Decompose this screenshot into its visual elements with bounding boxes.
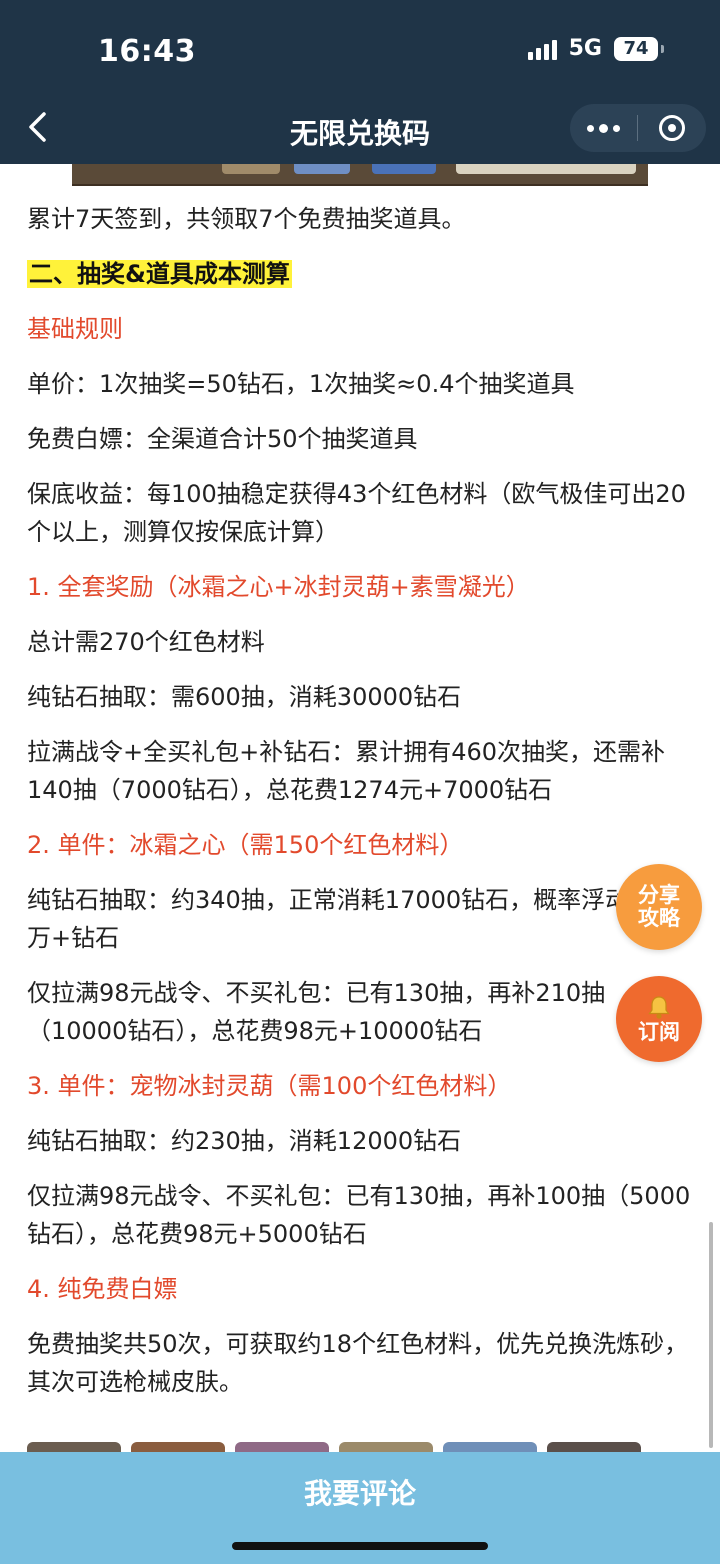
signal-icon [527, 38, 557, 60]
section-heading: 1. 全套奖励（冰霜之心+冰封灵葫+素雪凝光） [27, 573, 530, 601]
thumbnail[interactable] [235, 1442, 329, 1452]
paragraph: 纯钻石抽取：约340抽，正常消耗17000钻石，概率浮动或需2万+钻石 [27, 886, 693, 952]
thumbnail[interactable] [131, 1442, 225, 1452]
highlighted-heading: 二、抽奖&道具成本测算 [27, 255, 695, 293]
section-heading: 2. 单件：冰霜之心（需150个红色材料） [27, 831, 464, 859]
paragraph: 仅拉满98元战令、不买礼包：已有130抽，再补210抽（10000钻石），总花费… [27, 979, 606, 1045]
article-image [72, 164, 648, 186]
more-button[interactable] [570, 104, 637, 152]
share-guide-button[interactable]: 分享 攻略 [616, 864, 702, 950]
home-indicator [232, 1542, 488, 1550]
subscribe-label: 订阅 [638, 1020, 680, 1044]
comment-button[interactable]: 我要评论 [0, 1472, 720, 1512]
section-heading: 3. 单件：宠物冰封灵葫（需100个红色材料） [27, 1072, 512, 1100]
paragraph: 保底收益：每100抽稳定获得43个红色材料（欧气极佳可出20个以上，测算仅按保底… [27, 480, 686, 546]
paragraph: 拉满战令+全买礼包+补钻石：累计拥有460次抽奖，还需补140抽（7000钻石）… [27, 738, 666, 804]
highlight-text: 二、抽奖&道具成本测算 [27, 260, 292, 288]
article-content: 累计7天签到，共领取7个免费抽奖道具。 二、抽奖&道具成本测算 基础规则单价：1次抽… [27, 200, 695, 1418]
image-thumbnail-strip [27, 1442, 667, 1452]
share-label-line1: 分享 [638, 883, 680, 907]
status-indicators: 5G 74 [527, 36, 664, 61]
paragraph: 总计需270个红色材料 [27, 628, 265, 656]
paragraph: 纯钻石抽取：约230抽，消耗12000钻石 [27, 1127, 462, 1155]
thumbnail[interactable] [443, 1442, 537, 1452]
scrollbar[interactable] [709, 1222, 713, 1448]
share-label-line2: 攻略 [638, 906, 680, 930]
network-label: 5G [568, 36, 602, 61]
more-dots-icon [587, 124, 594, 132]
paragraph: 纯钻石抽取：需600抽，消耗30000钻石 [27, 683, 462, 711]
subscribe-button[interactable]: 订阅 [616, 976, 702, 1062]
thumbnail[interactable] [27, 1442, 121, 1452]
paragraph: 累计7天签到，共领取7个免费抽奖道具。 [27, 205, 466, 233]
miniprogram-capsule [570, 104, 706, 152]
top-header: 16:43 5G 74 无限兑换码 [0, 0, 720, 164]
paragraph: 免费白嫖：全渠道合计50个抽奖道具 [27, 425, 418, 453]
target-close-icon [658, 115, 685, 141]
thumbnail[interactable] [339, 1442, 433, 1452]
bottom-comment-bar: 我要评论 [0, 1452, 720, 1564]
paragraph: 单价：1次抽奖=50钻石，1次抽奖≈0.4个抽奖道具 [27, 370, 575, 398]
bell-icon [648, 996, 670, 1019]
paragraph: 免费抽奖共50次，可获取约18个红色材料，优先兑换洗炼砂，其次可选枪械皮肤。 [27, 1330, 689, 1396]
status-time: 16:43 [98, 34, 196, 69]
section-heading: 基础规则 [27, 315, 123, 343]
section-heading: 4. 纯免费白嫖 [27, 1275, 178, 1303]
battery-icon: 74 [614, 36, 664, 61]
paragraph: 仅拉满98元战令、不买礼包：已有130抽，再补100抽（5000钻石），总花费9… [27, 1182, 691, 1248]
close-button[interactable] [638, 104, 705, 152]
thumbnail[interactable] [547, 1442, 641, 1452]
